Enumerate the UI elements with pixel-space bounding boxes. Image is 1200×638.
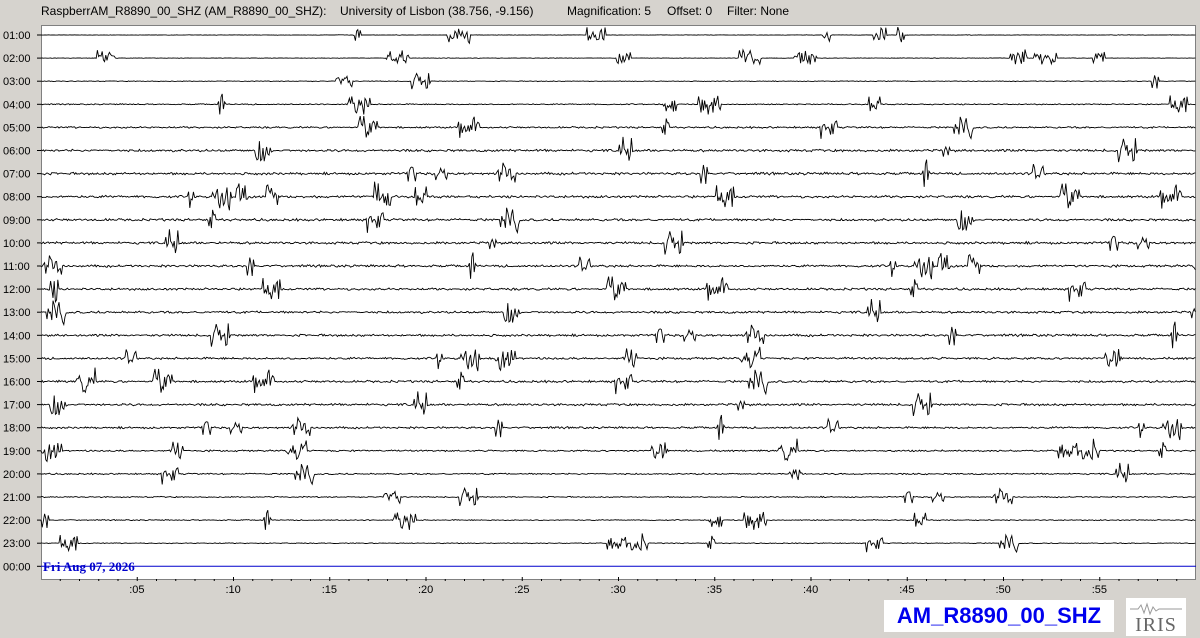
hour-label: 01:00 <box>3 30 31 42</box>
hour-label: 16:00 <box>3 377 31 389</box>
seismogram-trace <box>40 136 1196 163</box>
hour-label: 02:00 <box>3 53 31 65</box>
seismogram-trace <box>40 391 1196 416</box>
minute-label: :30 <box>611 584 626 596</box>
minute-label: :40 <box>803 584 818 596</box>
minute-label: :45 <box>899 584 914 596</box>
hour-label: 20:00 <box>3 469 31 481</box>
minute-label: :10 <box>226 584 241 596</box>
seismogram-trace <box>40 486 1196 507</box>
minute-label: :25 <box>514 584 529 596</box>
seismogram-trace <box>40 276 1196 304</box>
iris-logo: IRIS <box>1126 598 1186 636</box>
iris-logo-text: IRIS <box>1135 614 1177 636</box>
hour-label: 12:00 <box>3 284 31 296</box>
seismogram-trace <box>40 462 1196 486</box>
hour-label: 21:00 <box>3 492 31 504</box>
seismogram-trace <box>40 181 1196 211</box>
hour-label: 14:00 <box>3 330 31 342</box>
seismogram-trace <box>40 48 1196 66</box>
seismogram-trace <box>40 229 1196 255</box>
hour-label: 15:00 <box>3 353 31 365</box>
minute-label: :35 <box>707 584 722 596</box>
minute-label: :15 <box>322 584 337 596</box>
seismogram-trace <box>40 72 1196 90</box>
seismogram-chart: 01:00 02:00 03:00 04:00 05:00 06:00 07:00 08:00… <box>3 26 1196 596</box>
station-code-box: AM_R8890_00_SHZ <box>884 600 1114 632</box>
seismogram-trace <box>40 414 1196 441</box>
hour-label: 13:00 <box>3 307 31 319</box>
date-label: Fri Aug 07, 2026 <box>43 559 135 574</box>
hour-label: 17:00 <box>3 400 31 412</box>
seismogram-trace <box>40 438 1196 463</box>
hour-label: 11:00 <box>3 261 30 273</box>
hour-label: 07:00 <box>3 169 31 181</box>
seismogram-trace <box>40 93 1196 115</box>
seismogram-trace <box>40 346 1196 372</box>
seismogram-trace <box>40 321 1196 349</box>
minute-label: :20 <box>418 584 433 596</box>
hour-label: 05:00 <box>3 122 31 134</box>
minute-label: :50 <box>996 584 1011 596</box>
hour-label: 06:00 <box>3 146 31 158</box>
hour-label: 08:00 <box>3 192 31 204</box>
hour-label: 03:00 <box>3 76 31 88</box>
minute-label: :05 <box>129 584 144 596</box>
hour-label: 04:00 <box>3 99 31 111</box>
hour-label: 23:00 <box>3 538 31 550</box>
seismogram-trace <box>40 367 1196 396</box>
minute-label: :55 <box>1092 584 1107 596</box>
hour-label: 18:00 <box>3 423 31 435</box>
hour-label: 10:00 <box>3 238 31 250</box>
seismogram-trace <box>40 298 1196 327</box>
seismogram-trace <box>40 207 1196 235</box>
seismogram-logo-icon <box>1130 602 1182 616</box>
seismogram-trace <box>40 159 1196 187</box>
seismogram-trace <box>40 26 1196 45</box>
seismogram-trace <box>40 533 1196 554</box>
hour-label: 00:00 <box>3 561 31 573</box>
seismogram-trace <box>40 252 1196 280</box>
seismogram-trace <box>40 509 1196 530</box>
hour-label: 22:00 <box>3 515 31 527</box>
hour-label: 09:00 <box>3 215 31 227</box>
hour-label: 19:00 <box>3 446 31 458</box>
seismogram-trace <box>40 115 1196 140</box>
